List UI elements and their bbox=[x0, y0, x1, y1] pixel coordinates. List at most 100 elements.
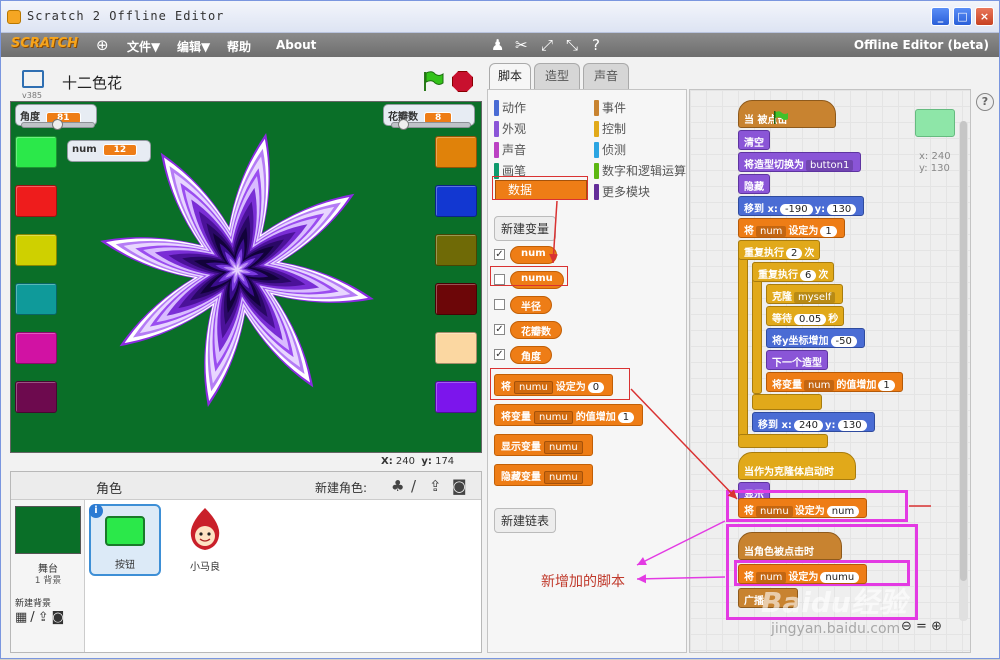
petals-slider-knob[interactable] bbox=[398, 119, 409, 130]
color-swatch-right[interactable] bbox=[435, 332, 477, 364]
minimize-button[interactable]: _ bbox=[931, 7, 950, 26]
tab-scripts[interactable]: 脚本 bbox=[489, 63, 531, 90]
color-swatch-right[interactable] bbox=[435, 234, 477, 266]
color-swatch-left[interactable] bbox=[15, 332, 57, 364]
green-flag-icon[interactable] bbox=[422, 71, 444, 91]
backdrop-tools[interactable]: ▦/⇪◙ bbox=[15, 610, 67, 625]
category-left[interactable]: 声音 bbox=[494, 142, 526, 158]
category-right[interactable]: 事件 bbox=[594, 100, 626, 116]
variable-checkbox[interactable]: ✓ bbox=[494, 324, 505, 335]
stage-canvas[interactable]: 角度 81 花瓣数 8 num 12 bbox=[10, 101, 482, 453]
variable-checkbox[interactable] bbox=[494, 299, 505, 310]
grow-icon[interactable]: ⤢ bbox=[541, 36, 553, 54]
when-flag-clicked-hat[interactable]: 当 被点击 bbox=[738, 100, 836, 128]
variable-reporter[interactable]: 半径 bbox=[510, 296, 552, 314]
sprite-library-icon[interactable]: ♣ bbox=[391, 477, 404, 495]
wait-block[interactable]: 等待 0.05 秒 bbox=[766, 306, 845, 326]
color-swatch-left[interactable] bbox=[15, 283, 57, 315]
category-left[interactable]: 外观 bbox=[494, 121, 526, 137]
menu-file[interactable]: 文件▼ bbox=[127, 38, 160, 55]
set-num-block[interactable]: 将 num 设定为 1 bbox=[738, 218, 845, 238]
petals-slider[interactable] bbox=[391, 119, 471, 130]
backdrop-upload-icon[interactable]: ⇪ bbox=[38, 610, 52, 625]
menu-about[interactable]: About bbox=[276, 38, 316, 52]
script-scrollbar[interactable] bbox=[959, 121, 968, 621]
switch-costume-block[interactable]: 将造型切换为 button1 bbox=[738, 152, 862, 172]
new-variable-button[interactable]: 新建变量 bbox=[494, 216, 557, 241]
tab-costumes[interactable]: 造型 bbox=[534, 63, 580, 89]
next-costume-block[interactable]: 下一个造型 bbox=[766, 350, 828, 370]
color-swatch-right[interactable] bbox=[435, 381, 477, 413]
goto-xy-block[interactable]: 移到 x: -190 y: 130 bbox=[738, 196, 865, 216]
scratch-logo[interactable]: SCRATCH bbox=[11, 36, 78, 51]
language-globe-icon[interactable]: ⊕ bbox=[96, 36, 109, 54]
new-list-button[interactable]: 新建链表 bbox=[494, 508, 557, 533]
repeat-outer-block[interactable]: 重复执行 2 次 bbox=[738, 240, 821, 260]
tab-sounds[interactable]: 声音 bbox=[583, 63, 629, 89]
color-swatch-left[interactable] bbox=[15, 234, 57, 266]
help-icon[interactable]: ? bbox=[976, 93, 994, 111]
upload-icon[interactable]: ⇪ bbox=[429, 477, 442, 495]
category-right[interactable]: 数字和逻辑运算 bbox=[594, 163, 686, 179]
when-sprite-clicked-hat[interactable]: 当角色被点击时 bbox=[738, 532, 842, 560]
category-right[interactable]: 控制 bbox=[594, 121, 626, 137]
variable-checkbox[interactable]: ✓ bbox=[494, 349, 505, 360]
category-label: 数字和逻辑运算 bbox=[602, 164, 687, 178]
repeat-inner-block[interactable]: 重复执行 6 次 bbox=[752, 262, 835, 282]
color-swatch-left[interactable] bbox=[15, 185, 57, 217]
change-variable-block[interactable]: 将变量 numu 的值增加 1 bbox=[494, 404, 644, 426]
paint-brush-icon[interactable]: / bbox=[411, 477, 416, 495]
variable-reporter[interactable]: 角度 bbox=[510, 346, 552, 364]
fullscreen-icon[interactable] bbox=[22, 70, 44, 88]
stage-thumbnail-column[interactable]: 舞台 1 背景 新建背景 ▦/⇪◙ bbox=[11, 500, 85, 652]
camera-icon[interactable]: ◙ bbox=[452, 477, 467, 495]
backdrop-library-icon[interactable]: ▦ bbox=[15, 610, 30, 625]
color-swatch-right[interactable] bbox=[435, 136, 477, 168]
hide-block[interactable]: 隐藏 bbox=[738, 174, 770, 194]
info-icon[interactable]: i bbox=[89, 504, 103, 518]
shrink-icon[interactable]: ⤡ bbox=[566, 36, 578, 54]
zoom-out-icon[interactable]: ⊖ bbox=[901, 619, 912, 634]
variable-checkbox[interactable]: ✓ bbox=[494, 249, 505, 260]
show-variable-block[interactable]: 显示变量 numu bbox=[494, 434, 593, 456]
backdrop-paint-icon[interactable]: / bbox=[30, 610, 37, 625]
set-numu-block[interactable]: 将 numu 设定为 num bbox=[738, 498, 868, 518]
clear-block[interactable]: 清空 bbox=[738, 130, 770, 150]
when-clone-starts-hat[interactable]: 当作为克隆体启动时 bbox=[738, 452, 856, 480]
change-num-block[interactable]: 将变量 num 的值增加 1 bbox=[766, 372, 903, 392]
goto-xy-block-2[interactable]: 移到 x: 240 y: 130 bbox=[752, 412, 875, 432]
stage-thumbnail[interactable] bbox=[15, 506, 81, 554]
block-help-icon[interactable]: ? bbox=[592, 36, 600, 54]
category-label: 更多模块 bbox=[602, 185, 651, 199]
sprite-xiaomaliang[interactable]: 小马良 bbox=[169, 504, 241, 576]
sprite-button[interactable]: i 按钮 bbox=[89, 504, 161, 576]
menu-edit[interactable]: 编辑▼ bbox=[177, 38, 210, 55]
change-y-block[interactable]: 将y坐标增加 -50 bbox=[766, 328, 865, 348]
color-swatch-left[interactable] bbox=[15, 136, 57, 168]
scrollbar-thumb[interactable] bbox=[960, 121, 967, 581]
color-swatch-right[interactable] bbox=[435, 185, 477, 217]
backdrop-camera-icon[interactable]: ◙ bbox=[52, 610, 68, 625]
category-right[interactable]: 侦测 bbox=[594, 142, 626, 158]
zoom-in-icon[interactable]: ⊕ bbox=[931, 619, 942, 634]
angle-slider[interactable] bbox=[21, 119, 95, 130]
close-button[interactable]: × bbox=[975, 7, 994, 26]
set-variable-block[interactable]: 将 numu 设定为 0 bbox=[494, 374, 614, 396]
category-left[interactable]: 动作 bbox=[494, 100, 526, 116]
create-clone-block[interactable]: 克隆 myself bbox=[766, 284, 844, 304]
zoom-reset-icon[interactable]: = bbox=[916, 619, 927, 634]
variable-reporter[interactable]: 花瓣数 bbox=[510, 321, 562, 339]
color-swatch-right[interactable] bbox=[435, 283, 477, 315]
duplicate-stamp-icon[interactable]: ♟ bbox=[491, 36, 504, 54]
stop-icon[interactable] bbox=[452, 71, 473, 92]
menu-help[interactable]: 帮助 bbox=[227, 38, 251, 55]
variable-reporter[interactable]: num bbox=[510, 246, 557, 264]
category-right[interactable]: 更多模块 bbox=[594, 184, 650, 200]
angle-slider-knob[interactable] bbox=[52, 119, 63, 130]
delete-scissors-icon[interactable]: ✂ bbox=[515, 36, 528, 54]
zoom-controls[interactable]: ⊖ = ⊕ bbox=[901, 619, 942, 634]
project-title[interactable]: 十二色花 bbox=[62, 72, 122, 93]
hide-variable-block[interactable]: 隐藏变量 numu bbox=[494, 464, 593, 486]
maximize-button[interactable]: □ bbox=[953, 7, 972, 26]
color-swatch-left[interactable] bbox=[15, 381, 57, 413]
